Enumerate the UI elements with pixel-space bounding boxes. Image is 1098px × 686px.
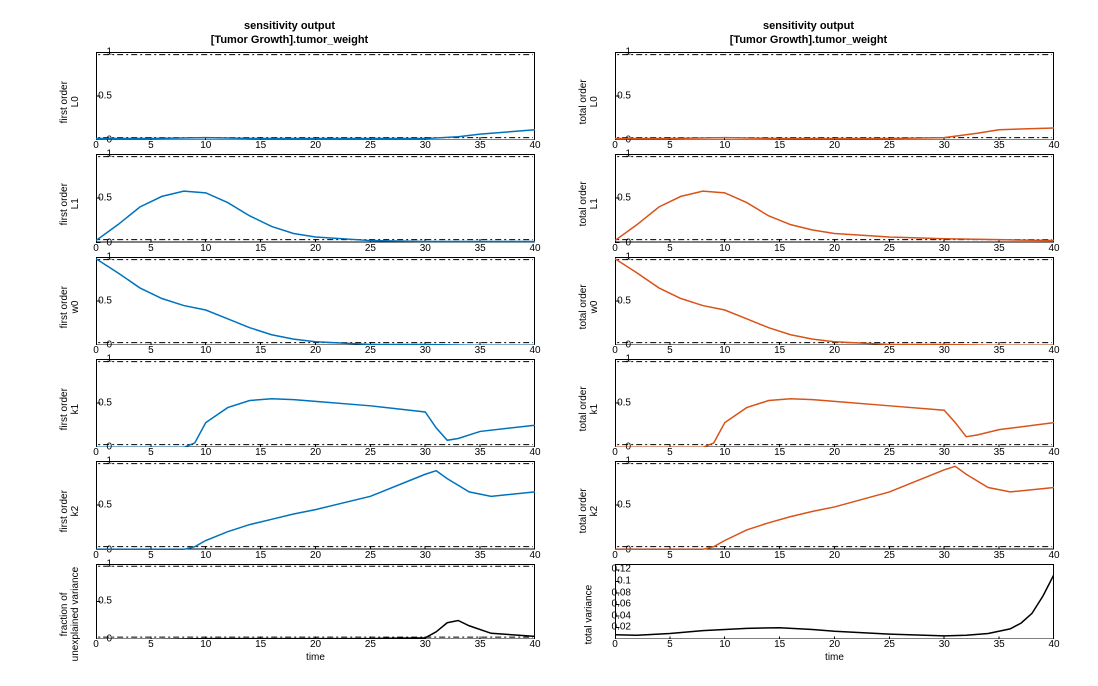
x-tick-labels: 0510152025303540 xyxy=(615,140,1054,152)
left-title-line2: [Tumor Growth].tumor_weight xyxy=(44,34,535,48)
subplot-panel: first order k200.510510152025303540 xyxy=(44,461,535,561)
line-chart xyxy=(615,257,1054,345)
plot-area: 00.510510152025303540 xyxy=(96,257,535,357)
x-tick-labels: 0510152025303540 xyxy=(615,345,1054,357)
data-series xyxy=(615,574,1054,635)
x-tick-labels: 0510152025303540 xyxy=(96,140,535,152)
subplot-panel: total order L100.510510152025303540 xyxy=(563,154,1054,254)
y-axis-label: total order w0 xyxy=(563,257,615,357)
y-axis-label: total order k1 xyxy=(563,359,615,459)
plot-area: 00.510510152025303540 xyxy=(96,52,535,152)
x-tick-labels: 0510152025303540 xyxy=(96,550,535,562)
x-axis-label: time xyxy=(96,652,535,664)
plot-area: 00.510510152025303540 xyxy=(96,154,535,254)
subplot-panel: first order w000.510510152025303540 xyxy=(44,257,535,357)
line-chart xyxy=(96,52,535,140)
subplot-panel: total variance0.020.040.060.080.10.12051… xyxy=(563,564,1054,664)
y-axis-label: first order k1 xyxy=(44,359,96,459)
subplot-panel: first order L000.510510152025303540 xyxy=(44,52,535,152)
data-series xyxy=(96,471,535,550)
x-tick-labels: 0510152025303540 xyxy=(96,345,535,357)
right-column: sensitivity output [Tumor Growth].tumor_… xyxy=(549,20,1068,666)
y-axis-label: first order L1 xyxy=(44,154,96,254)
y-axis-label: first order L0 xyxy=(44,52,96,152)
data-series xyxy=(615,191,1054,240)
subplot-panel: first order k100.510510152025303540 xyxy=(44,359,535,459)
data-series xyxy=(96,258,535,345)
left-title: sensitivity output [Tumor Growth].tumor_… xyxy=(44,20,535,48)
plot-area: 00.510510152025303540 xyxy=(615,154,1054,254)
right-panels: total order L000.510510152025303540total… xyxy=(563,52,1054,666)
data-series xyxy=(615,258,1054,345)
y-axis-label: total order L1 xyxy=(563,154,615,254)
subplot-panel: total order L000.510510152025303540 xyxy=(563,52,1054,152)
y-axis-label: fraction of unexplained variance xyxy=(44,564,96,664)
data-series xyxy=(615,467,1054,550)
x-tick-labels: 0510152025303540 xyxy=(615,550,1054,562)
y-axis-label: first order w0 xyxy=(44,257,96,357)
x-tick-labels: 0510152025303540 xyxy=(615,639,1054,651)
subplot-panel: first order L100.510510152025303540 xyxy=(44,154,535,254)
right-title: sensitivity output [Tumor Growth].tumor_… xyxy=(563,20,1054,48)
right-title-line2: [Tumor Growth].tumor_weight xyxy=(563,34,1054,48)
data-series xyxy=(615,399,1054,448)
plot-area: 00.510510152025303540time xyxy=(96,564,535,664)
x-axis-label: time xyxy=(615,652,1054,664)
y-axis-label: total order k2 xyxy=(563,461,615,561)
line-chart xyxy=(96,461,535,549)
line-chart xyxy=(615,154,1054,242)
line-chart xyxy=(615,52,1054,140)
data-series xyxy=(96,399,535,448)
line-chart xyxy=(615,461,1054,549)
plot-area: 00.510510152025303540 xyxy=(96,461,535,561)
x-tick-labels: 0510152025303540 xyxy=(615,447,1054,459)
x-tick-labels: 0510152025303540 xyxy=(96,639,535,651)
line-chart xyxy=(615,359,1054,447)
subplot-panel: total order k200.510510152025303540 xyxy=(563,461,1054,561)
right-title-line1: sensitivity output xyxy=(563,20,1054,34)
left-title-line1: sensitivity output xyxy=(44,20,535,34)
left-column: sensitivity output [Tumor Growth].tumor_… xyxy=(30,20,549,666)
plot-area: 00.510510152025303540 xyxy=(615,52,1054,152)
y-axis-label: first order k2 xyxy=(44,461,96,561)
line-chart xyxy=(96,154,535,242)
x-tick-labels: 0510152025303540 xyxy=(615,243,1054,255)
plot-area: 00.510510152025303540 xyxy=(615,359,1054,459)
subplot-panel: fraction of unexplained variance00.51051… xyxy=(44,564,535,664)
plot-area: 00.510510152025303540 xyxy=(96,359,535,459)
plot-area: 00.510510152025303540 xyxy=(615,257,1054,357)
x-tick-labels: 0510152025303540 xyxy=(96,447,535,459)
x-tick-labels: 0510152025303540 xyxy=(96,243,535,255)
left-panels: first order L000.510510152025303540first… xyxy=(44,52,535,666)
line-chart xyxy=(615,564,1054,639)
line-chart xyxy=(96,257,535,345)
subplot-panel: total order w000.510510152025303540 xyxy=(563,257,1054,357)
data-series xyxy=(96,191,535,241)
line-chart xyxy=(96,564,535,639)
plot-area: 0.020.040.060.080.10.120510152025303540t… xyxy=(615,564,1054,664)
subplot-panel: total order k100.510510152025303540 xyxy=(563,359,1054,459)
line-chart xyxy=(96,359,535,447)
y-axis-label: total variance xyxy=(563,564,615,664)
y-axis-label: total order L0 xyxy=(563,52,615,152)
plot-area: 00.510510152025303540 xyxy=(615,461,1054,561)
